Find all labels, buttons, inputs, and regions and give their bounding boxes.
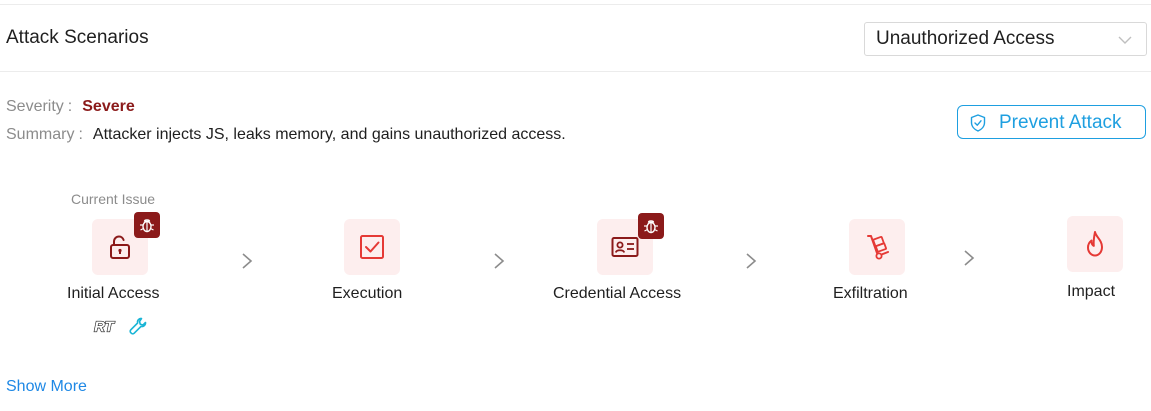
wrench-icon[interactable]: [128, 316, 148, 336]
show-more-link[interactable]: Show More: [6, 378, 87, 396]
severity-row: Severity: Severe: [6, 98, 135, 115]
severity-label: Severity: [6, 98, 64, 115]
summary-label: Summary: [6, 126, 75, 143]
stage-label-initial-access: Initial Access: [67, 285, 160, 302]
summary-value: Attacker injects JS, leaks memory, and g…: [92, 126, 566, 143]
chevron-down-icon: [1118, 36, 1132, 44]
top-divider: [0, 4, 1151, 5]
flame-icon: [1087, 231, 1103, 257]
chevron-right-icon: [494, 253, 505, 269]
stage-label-execution: Execution: [332, 285, 403, 302]
hand-truck-icon: [867, 235, 889, 260]
stage-exfiltration[interactable]: [849, 219, 905, 275]
chevron-right-icon: [746, 253, 757, 269]
severity-value: Severe: [82, 98, 135, 115]
section-title: Attack Scenarios: [6, 27, 149, 48]
checkbox-icon: [360, 235, 384, 259]
issue-badge-initial-access: [134, 212, 160, 238]
scenario-select-value: Unauthorized Access: [876, 28, 1055, 49]
scenario-select[interactable]: Unauthorized Access: [864, 22, 1147, 56]
issue-badge-credential-access: [638, 213, 664, 239]
id-card-icon: [611, 237, 639, 257]
summary-row: Summary: Attacker injects JS, leaks memo…: [6, 126, 566, 143]
stage-impact[interactable]: [1067, 216, 1123, 272]
chevron-right-icon: [242, 253, 253, 269]
stage-label-credential-access: Credential Access: [553, 285, 682, 302]
svg-text:RT: RT: [94, 319, 116, 336]
prevent-attack-label: Prevent Attack: [999, 112, 1122, 133]
stage-execution[interactable]: [344, 219, 400, 275]
stage-label-impact: Impact: [1067, 283, 1116, 300]
bug-icon: [644, 220, 658, 234]
current-issue-label: Current Issue: [71, 191, 156, 207]
stage-label-exfiltration: Exfiltration: [833, 285, 908, 302]
shield-check-icon: [970, 114, 986, 132]
prevent-attack-button[interactable]: Prevent Attack: [957, 105, 1146, 139]
rt-icon[interactable]: RT: [91, 317, 117, 335]
unlock-icon: [110, 235, 130, 259]
chevron-right-icon: [964, 250, 975, 266]
header-divider: [0, 71, 1151, 72]
bug-icon: [140, 219, 154, 233]
